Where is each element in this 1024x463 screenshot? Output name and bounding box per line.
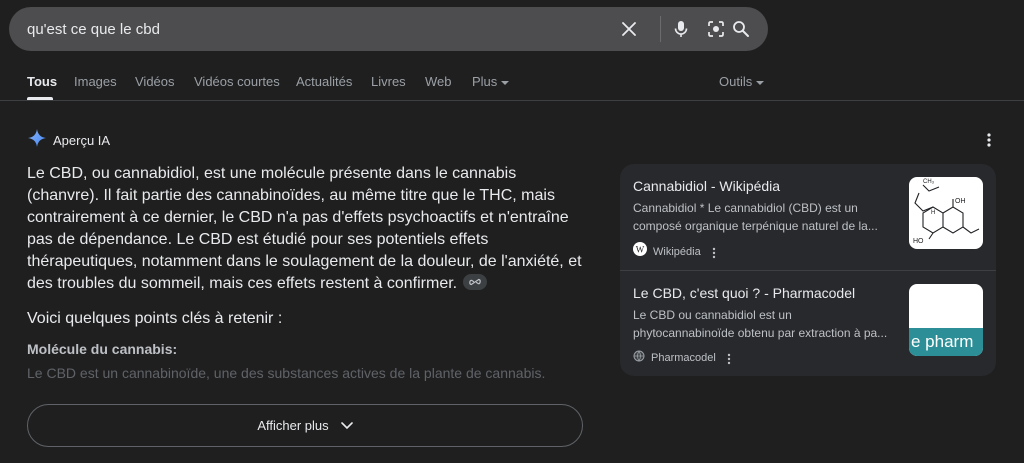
chevron-down-icon (501, 80, 510, 85)
more-options-icon[interactable] (726, 352, 732, 365)
link-chip[interactable] (463, 273, 488, 290)
microphone-icon[interactable] (671, 19, 691, 39)
tab-livres[interactable]: Livres (371, 74, 406, 89)
search-divider (660, 16, 661, 42)
tab-actualites[interactable]: Actualités (296, 74, 352, 89)
source-site: W Wikipédia (633, 242, 717, 261)
clear-icon[interactable] (619, 19, 639, 39)
search-bar[interactable]: qu'est ce que le cbd (9, 7, 768, 51)
tab-plus-label: Plus (472, 74, 498, 89)
show-more-label: Afficher plus (257, 418, 329, 433)
search-input[interactable]: qu'est ce que le cbd (27, 21, 160, 38)
tab-plus[interactable]: Plus (472, 74, 510, 89)
svg-text:OH: OH (955, 198, 966, 205)
lens-camera-icon[interactable] (706, 19, 726, 39)
tools-label: Outils (719, 74, 753, 89)
source-snippet: Cannabidiol * Le cannabidiol (CBD) est u… (633, 201, 878, 233)
svg-text:W: W (636, 245, 645, 255)
sources-panel: Cannabidiol - Wikipédia Cannabidiol * Le… (620, 164, 996, 376)
search-tabs: Tous Images Vidéos Vidéos courtes Actual… (0, 65, 1024, 101)
key-points-intro: Voici quelques points clés à retenir : (27, 310, 283, 327)
tools-button[interactable]: Outils (719, 74, 765, 89)
chevron-down-icon (756, 80, 765, 85)
tab-tous[interactable]: Tous (27, 74, 57, 89)
tab-videos[interactable]: Vidéos (135, 74, 175, 89)
pharmacodel-thumbnail[interactable]: e pharm (909, 284, 983, 356)
ai-overview-header: Aperçu IA (27, 128, 110, 153)
source-site: Pharmacodel (633, 349, 732, 367)
source-card-wikipedia[interactable]: Cannabidiol - Wikipédia Cannabidiol * Le… (620, 164, 996, 270)
ai-overview-text: Le CBD, ou cannabidiol, est une molécule… (27, 163, 592, 295)
pharmacodel-logo-text: e pharm (911, 332, 974, 351)
key-point-text: Le CBD est un cannabinoïde, une des subs… (27, 365, 546, 381)
svg-text:H: H (931, 210, 935, 216)
sparkle-icon (27, 128, 47, 153)
ai-overview-label: Aperçu IA (53, 133, 111, 148)
tab-videos-courtes[interactable]: Vidéos courtes (194, 74, 280, 89)
globe-icon (633, 349, 645, 367)
show-more-button[interactable]: Afficher plus (27, 404, 583, 447)
source-title[interactable]: Cannabidiol - Wikipédia (633, 178, 780, 194)
source-title[interactable]: Le CBD, c'est quoi ? - Pharmacodel (633, 285, 855, 301)
svg-text:CH₃: CH₃ (923, 179, 935, 185)
tab-web[interactable]: Web (425, 74, 452, 89)
ai-overview-paragraph: Le CBD, ou cannabidiol, est une molécule… (27, 165, 582, 292)
more-options-icon[interactable] (711, 246, 717, 258)
chevron-down-icon (340, 421, 353, 430)
cannabidiol-molecule-thumbnail[interactable]: CH₃ OH HO H (909, 177, 983, 249)
more-options-icon[interactable] (981, 131, 997, 149)
source-site-name: Wikipédia (653, 245, 701, 258)
search-icon[interactable] (731, 19, 751, 39)
source-card-pharmacodel[interactable]: Le CBD, c'est quoi ? - Pharmacodel Le CB… (620, 270, 996, 376)
source-site-name: Pharmacodel (651, 352, 716, 364)
tab-images[interactable]: Images (74, 74, 117, 89)
wikipedia-icon: W (633, 242, 647, 261)
source-snippet: Le CBD ou cannabidiol est un phytocannab… (633, 308, 888, 340)
key-point-title: Molécule du cannabis: (27, 341, 178, 357)
svg-text:HO: HO (913, 238, 924, 245)
active-tab-indicator (27, 97, 53, 100)
